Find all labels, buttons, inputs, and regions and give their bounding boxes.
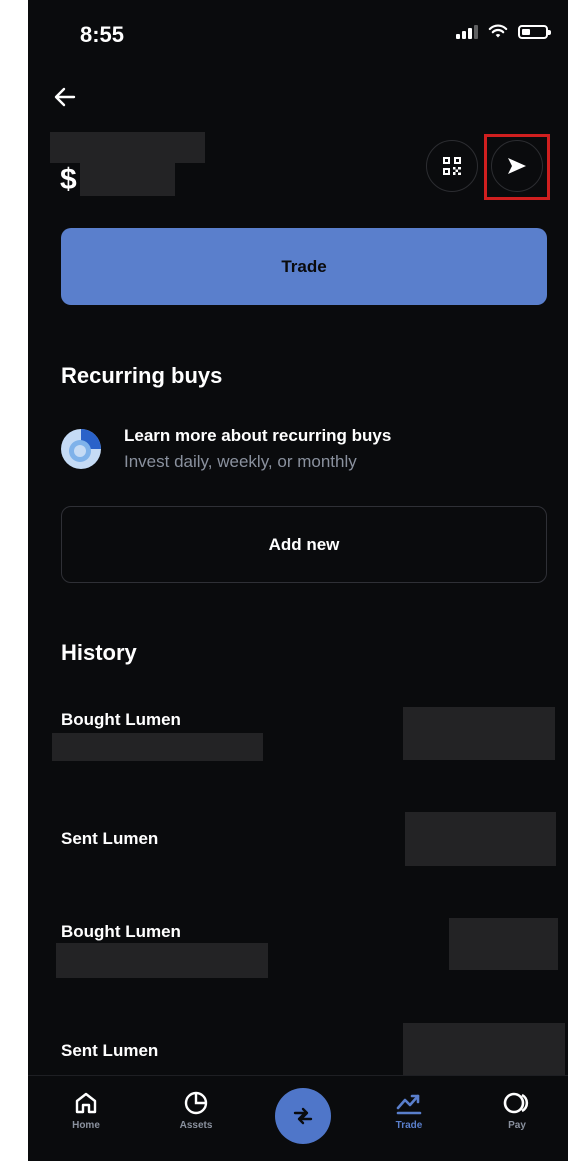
trade-button[interactable]: Trade bbox=[61, 228, 547, 305]
tab-label: Pay bbox=[508, 1120, 526, 1131]
status-bar: 8:55 bbox=[28, 0, 568, 70]
history-heading: History bbox=[61, 640, 137, 665]
history-item-label[interactable]: Sent Lumen bbox=[61, 1041, 158, 1061]
wifi-icon bbox=[488, 24, 508, 38]
recurring-pie-icon bbox=[61, 429, 101, 469]
tab-label: Home bbox=[72, 1120, 100, 1131]
swap-button[interactable] bbox=[275, 1088, 331, 1144]
receive-qr-button[interactable] bbox=[426, 140, 478, 192]
home-icon bbox=[75, 1092, 97, 1114]
balance-currency-symbol: $ bbox=[60, 163, 77, 196]
send-button-highlight-box bbox=[484, 134, 550, 200]
back-arrow-icon[interactable] bbox=[52, 84, 78, 110]
tab-home[interactable]: Home bbox=[56, 1090, 116, 1131]
tab-pay[interactable]: Pay bbox=[487, 1090, 547, 1131]
tab-label: Assets bbox=[179, 1120, 213, 1131]
history-item-label[interactable]: Sent Lumen bbox=[61, 829, 158, 849]
redacted-history-amount bbox=[405, 812, 556, 866]
tab-label: Trade bbox=[395, 1120, 423, 1131]
swap-icon bbox=[293, 1107, 313, 1125]
qr-code-icon bbox=[443, 157, 461, 175]
redacted-history-amount bbox=[403, 707, 555, 760]
redacted-history-amount bbox=[403, 1023, 565, 1075]
asset-detail-screen: 8:55 $ Trade Recurring buys Learn more a… bbox=[28, 0, 568, 1161]
tab-trade[interactable]: Trade bbox=[379, 1090, 439, 1131]
redacted-history-date bbox=[52, 733, 263, 761]
signal-icon bbox=[456, 24, 478, 39]
trending-up-icon bbox=[396, 1094, 422, 1115]
redacted-asset-name bbox=[50, 132, 205, 163]
redacted-history-date bbox=[56, 943, 268, 978]
pay-icon bbox=[503, 1092, 529, 1114]
learn-recurring-link[interactable]: Learn more about recurring buys bbox=[124, 426, 391, 446]
status-time: 8:55 bbox=[80, 22, 125, 47]
history-item-label[interactable]: Bought Lumen bbox=[61, 710, 181, 730]
battery-icon bbox=[518, 24, 551, 39]
learn-recurring-subtitle: Invest daily, weekly, or monthly bbox=[124, 452, 357, 471]
history-item-label[interactable]: Bought Lumen bbox=[61, 922, 181, 942]
recurring-buys-heading: Recurring buys bbox=[61, 363, 223, 388]
pie-chart-icon bbox=[184, 1091, 208, 1115]
redacted-balance bbox=[80, 160, 175, 196]
bottom-tab-bar: Home Assets Trade Pay bbox=[28, 1075, 568, 1161]
tab-assets[interactable]: Assets bbox=[166, 1090, 226, 1131]
add-new-recurring-button[interactable]: Add new bbox=[61, 506, 547, 583]
redacted-history-amount bbox=[449, 918, 558, 970]
status-icons bbox=[456, 24, 551, 39]
